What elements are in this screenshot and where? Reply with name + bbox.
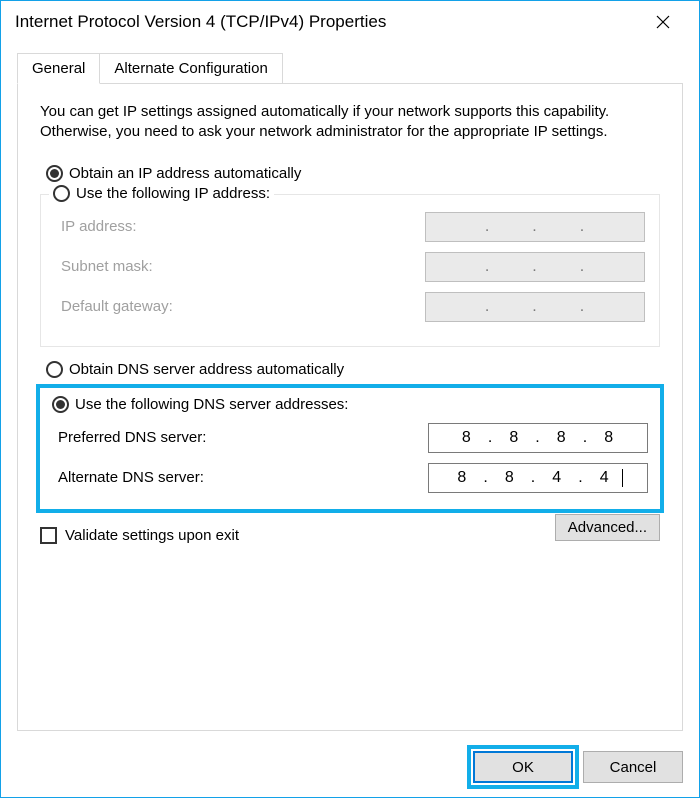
- tab-strip: General Alternate Configuration: [17, 53, 683, 84]
- field-row-subnet-mask: Subnet mask: ...: [55, 252, 645, 282]
- checkbox-icon: [40, 527, 57, 544]
- close-button[interactable]: [641, 7, 685, 37]
- radio-label: Use the following DNS server addresses:: [75, 396, 348, 413]
- radio-obtain-dns-auto[interactable]: Obtain DNS server address automatically: [46, 361, 660, 378]
- checkbox-label: Validate settings upon exit: [65, 527, 239, 544]
- radio-icon: [46, 165, 63, 182]
- field-row-default-gateway: Default gateway: ...: [55, 292, 645, 322]
- alternate-dns-label: Alternate DNS server:: [58, 469, 204, 486]
- ok-button[interactable]: OK: [473, 751, 573, 783]
- tab-alternate-configuration[interactable]: Alternate Configuration: [99, 53, 282, 84]
- tab-general[interactable]: General: [17, 53, 100, 84]
- subnet-mask-label: Subnet mask:: [61, 258, 153, 275]
- radio-use-following-dns[interactable]: Use the following DNS server addresses:: [52, 396, 648, 413]
- window-title: Internet Protocol Version 4 (TCP/IPv4) P…: [15, 12, 386, 32]
- content-area: General Alternate Configuration You can …: [1, 43, 699, 739]
- preferred-dns-input[interactable]: 8. 8. 8. 8: [428, 423, 648, 453]
- ipv4-properties-window: Internet Protocol Version 4 (TCP/IPv4) P…: [0, 0, 700, 798]
- preferred-dns-label: Preferred DNS server:: [58, 429, 206, 446]
- field-row-alternate-dns: Alternate DNS server: 8. 8. 4. 4: [52, 463, 648, 493]
- field-row-preferred-dns: Preferred DNS server: 8. 8. 8. 8: [52, 423, 648, 453]
- default-gateway-label: Default gateway:: [61, 298, 173, 315]
- titlebar: Internet Protocol Version 4 (TCP/IPv4) P…: [1, 1, 699, 43]
- subnet-mask-input: ...: [425, 252, 645, 282]
- radio-label: Obtain an IP address automatically: [69, 165, 301, 182]
- advanced-button[interactable]: Advanced...: [555, 514, 660, 541]
- radio-icon: [46, 361, 63, 378]
- radio-label: Obtain DNS server address automatically: [69, 361, 344, 378]
- field-row-ip-address: IP address: ...: [55, 212, 645, 242]
- text-caret: [622, 469, 623, 487]
- radio-use-following-ip[interactable]: Use the following IP address:: [49, 185, 274, 202]
- radio-obtain-ip-auto[interactable]: Obtain an IP address automatically: [46, 165, 660, 182]
- alternate-dns-input[interactable]: 8. 8. 4. 4: [428, 463, 648, 493]
- ip-address-input: ...: [425, 212, 645, 242]
- dns-highlight-box: Use the following DNS server addresses: …: [36, 384, 664, 513]
- default-gateway-input: ...: [425, 292, 645, 322]
- cancel-button[interactable]: Cancel: [583, 751, 683, 783]
- radio-icon: [52, 396, 69, 413]
- tab-panel-general: You can get IP settings assigned automat…: [17, 83, 683, 731]
- ip-static-group: Use the following IP address: IP address…: [40, 194, 660, 347]
- ip-address-label: IP address:: [61, 218, 137, 235]
- dialog-button-row: OK Cancel: [1, 739, 699, 797]
- radio-icon: [53, 185, 70, 202]
- intro-text: You can get IP settings assigned automat…: [40, 102, 660, 143]
- radio-label: Use the following IP address:: [76, 185, 270, 202]
- close-icon: [656, 15, 670, 29]
